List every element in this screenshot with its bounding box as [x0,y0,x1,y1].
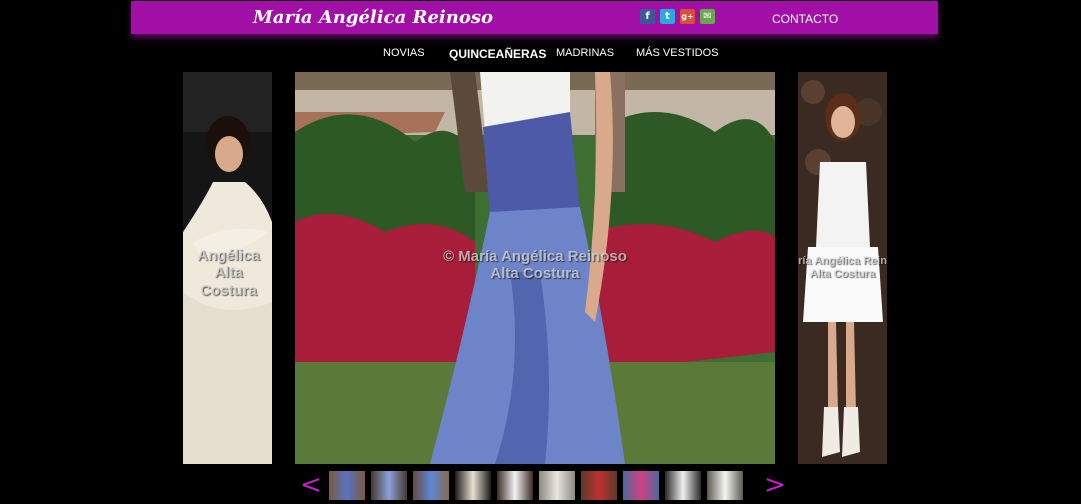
thumbnail[interactable] [371,471,407,500]
watermark-line: Angélica [197,247,260,264]
thumbnail[interactable] [707,471,743,500]
nav-item-madrinas[interactable]: MADRINAS [556,47,614,59]
thumbnail[interactable] [539,471,575,500]
watermark-line: ría Angélica Rein [798,255,887,267]
next-dress-photo[interactable]: ría Angélica Rein Alta Costura [798,72,887,464]
thumbnail-strip [329,471,743,500]
thumbnail[interactable] [623,471,659,500]
google-plus-icon[interactable]: g+ [680,9,695,24]
main-dress-photo: © María Angélica Reinoso Alta Costura [295,72,775,464]
thumbnail[interactable] [581,471,617,500]
right-watermark: ría Angélica Rein Alta Costura [798,255,887,280]
watermark-line: Alta Costura [200,264,257,299]
site-logo[interactable]: María Angélica Reinoso [253,7,493,28]
watermark-line: Alta Costura [809,267,876,280]
nav-item-quinceaneras[interactable]: QUINCEAÑERAS [449,47,546,61]
email-icon[interactable]: ✉ [700,9,715,24]
contact-link[interactable]: CONTACTO [772,12,838,26]
carousel-next-arrow[interactable]: > [764,470,786,500]
main-nav: NOVIAS QUINCEAÑERAS MADRINAS MÁS VESTIDO… [0,47,1081,63]
twitter-icon[interactable]: t [660,9,675,24]
site-header: María Angélica Reinoso f t g+ ✉ CONTACTO [131,1,938,34]
social-links: f t g+ ✉ [640,9,715,24]
left-watermark: Angélica Alta Costura [185,247,272,299]
main-watermark: © María Angélica Reinoso Alta Costura [428,248,642,283]
nav-item-mas-vestidos[interactable]: MÁS VESTIDOS [636,47,719,59]
watermark-line: Alta Costura [490,265,580,283]
carousel-prev-arrow[interactable]: < [300,470,322,500]
nav-item-novias[interactable]: NOVIAS [383,47,425,59]
thumbnail[interactable] [329,471,365,500]
thumbnail[interactable] [665,471,701,500]
thumbnail[interactable] [413,471,449,500]
thumbnail[interactable] [455,471,491,500]
thumbnail[interactable] [497,471,533,500]
prev-dress-photo[interactable]: Angélica Alta Costura [183,72,272,464]
facebook-icon[interactable]: f [640,9,655,24]
watermark-line: © María Angélica Reinoso [443,248,627,265]
